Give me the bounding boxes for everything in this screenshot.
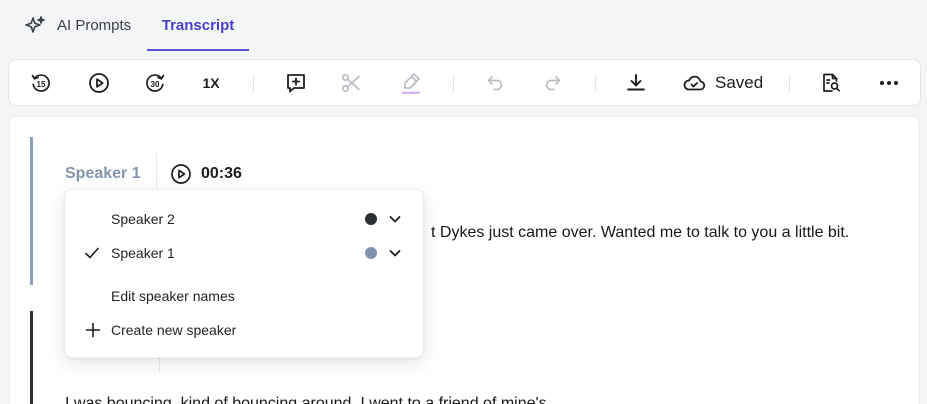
- edit-speaker-names-label: Edit speaker names: [111, 288, 235, 304]
- svg-text:15: 15: [37, 80, 46, 89]
- document-search-icon: [823, 73, 841, 92]
- saved-status: Saved: [682, 60, 794, 105]
- chevron-down-icon[interactable]: [388, 246, 402, 260]
- speaker-color-dot[interactable]: [365, 213, 377, 225]
- download-button[interactable]: [622, 60, 650, 105]
- chevron-down-icon[interactable]: [388, 212, 402, 226]
- toolbar-divider: [789, 74, 790, 92]
- highlight-button[interactable]: [397, 60, 425, 105]
- plus-icon: [85, 322, 101, 338]
- undo-icon: [487, 75, 503, 90]
- add-comment-button[interactable]: [282, 60, 310, 105]
- segment-play-button[interactable]: [170, 163, 192, 185]
- speaker-option-label: Speaker 1: [111, 245, 175, 261]
- active-tab-indicator: [147, 49, 249, 51]
- scissors-icon: [341, 73, 360, 92]
- tab-bar: AI Prompts Transcript: [0, 0, 927, 52]
- segment-timestamp[interactable]: 00:36: [201, 165, 242, 183]
- play-circle-icon: [89, 72, 109, 93]
- edit-speaker-names-item[interactable]: Edit speaker names: [65, 281, 423, 311]
- more-horizontal-icon: [880, 80, 898, 85]
- forward-30-icon: 30: [146, 73, 165, 92]
- speaker-1-segment-bar: [30, 137, 33, 285]
- segment-text[interactable]: t Dykes just came over. Wanted me to tal…: [431, 224, 849, 242]
- tab-ai-prompts[interactable]: AI Prompts: [24, 0, 131, 51]
- speaker-2-segment-bar: [30, 311, 33, 404]
- play-circle-icon: [171, 164, 191, 184]
- svg-text:30: 30: [151, 80, 160, 89]
- forward-30-button[interactable]: 30: [141, 60, 169, 105]
- sparkle-icon: [24, 15, 46, 37]
- transcript-toolbar: 15 30 1X Saved: [8, 59, 921, 106]
- rewind-15-icon: 15: [31, 73, 50, 92]
- cut-button[interactable]: [337, 60, 365, 105]
- download-icon: [627, 73, 645, 90]
- redo-icon: [545, 75, 561, 90]
- tab-transcript[interactable]: Transcript: [147, 0, 249, 51]
- search-document-button[interactable]: [817, 60, 845, 105]
- undo-button[interactable]: [481, 60, 509, 105]
- speaker-dropdown-menu: Speaker 2 Speaker 1 Edit speaker names C…: [64, 189, 424, 358]
- create-new-speaker-item[interactable]: Create new speaker: [65, 315, 423, 345]
- create-new-speaker-label: Create new speaker: [111, 322, 237, 338]
- highlighter-icon: [402, 72, 420, 94]
- saved-label: Saved: [715, 72, 764, 92]
- speaker-color-dot[interactable]: [365, 247, 377, 259]
- speaker-name-button[interactable]: Speaker 1: [65, 165, 141, 183]
- segment-text[interactable]: I was bouncing, kind of bouncing around.…: [65, 395, 547, 404]
- add-comment-icon: [287, 73, 305, 92]
- speaker-option-label: Speaker 2: [111, 211, 175, 227]
- speaker-option-speaker-1[interactable]: Speaker 1: [65, 238, 423, 268]
- speaker-option-speaker-2[interactable]: Speaker 2: [65, 204, 423, 234]
- toolbar-divider: [453, 74, 454, 92]
- tab-ai-prompts-label: AI Prompts: [57, 17, 132, 34]
- tab-transcript-label: Transcript: [161, 17, 235, 34]
- toolbar-divider: [253, 74, 254, 92]
- more-options-button[interactable]: [875, 60, 903, 105]
- check-icon: [85, 247, 99, 259]
- play-button[interactable]: [85, 60, 113, 105]
- playback-speed-button[interactable]: 1X: [197, 60, 225, 105]
- redo-button[interactable]: [539, 60, 567, 105]
- toolbar-divider: [595, 74, 596, 92]
- rewind-15-button[interactable]: 15: [27, 60, 55, 105]
- cloud-check-icon: [683, 75, 706, 90]
